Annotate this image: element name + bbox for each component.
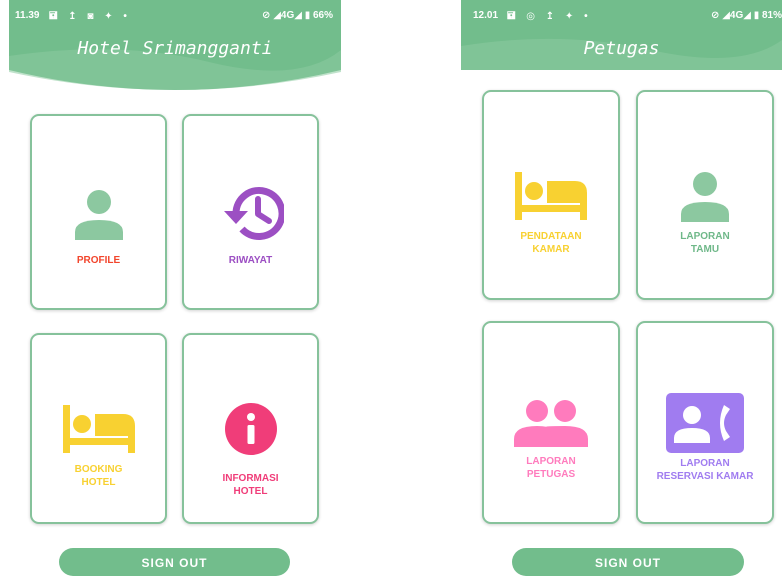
- profile-label: PROFILE: [76, 255, 121, 266]
- petugas-screen: 12.01 🖬 ◎ ↥ ✦ • ⊘ ◢4G◢ ▮ 81% Petugas PEN…: [461, 0, 782, 578]
- laporan-reservasi-kamar-label: LAPORAN RESERVASI KAMAR: [656, 458, 754, 482]
- status-time: 12.01: [473, 10, 499, 21]
- notification-icons: 🖬 ↥ ◙ ✦ •: [49, 11, 131, 22]
- person-icon: [74, 190, 123, 240]
- pendataan-kamar-card[interactable]: PENDATAAN KAMAR: [482, 90, 620, 300]
- page-title: Hotel Srimangganti: [77, 38, 273, 59]
- hotel-home-screen: 11.39 🖬 ↥ ◙ ✦ • ⊘ ◢4G◢ ▮ 66% Hotel Srima…: [9, 0, 341, 578]
- status-right: ⊘ ◢4G◢ ▮ 81%: [711, 10, 782, 21]
- notification-icons: 🖬 ◎ ↥ ✦ •: [507, 11, 592, 22]
- laporan-reservasi-kamar-card[interactable]: LAPORAN RESERVASI KAMAR: [636, 321, 774, 524]
- riwayat-card[interactable]: RIWAYAT: [182, 114, 319, 310]
- person-icon: [681, 172, 729, 222]
- status-bar: 12.01 🖬 ◎ ↥ ✦ • ⊘ ◢4G◢ ▮ 81%: [461, 10, 782, 26]
- booking-hotel-card[interactable]: BOOKING HOTEL: [30, 333, 167, 524]
- laporan-tamu-card[interactable]: LAPORAN TAMU: [636, 90, 774, 300]
- people-icon: [514, 400, 588, 447]
- laporan-tamu-label: LAPORAN TAMU: [680, 231, 730, 255]
- laporan-petugas-card[interactable]: LAPORAN PETUGAS: [482, 321, 620, 524]
- pendataan-kamar-label: PENDATAAN KAMAR: [520, 231, 582, 255]
- booking-hotel-label: BOOKING HOTEL: [74, 464, 123, 488]
- status-right: ⊘ ◢4G◢ ▮ 66%: [262, 10, 333, 21]
- contact-phone-icon: [666, 393, 744, 453]
- status-time: 11.39: [15, 10, 40, 21]
- laporan-petugas-label: LAPORAN PETUGAS: [526, 456, 576, 480]
- history-icon: [223, 187, 284, 240]
- status-bar: 11.39 🖬 ↥ ◙ ✦ • ⊘ ◢4G◢ ▮ 66%: [9, 10, 341, 26]
- bed-icon: [62, 405, 135, 453]
- riwayat-label: RIWAYAT: [228, 255, 273, 266]
- page-title: Petugas: [583, 38, 660, 59]
- sign-out-button[interactable]: SIGN OUT: [59, 548, 290, 576]
- informasi-hotel-card[interactable]: INFORMASI HOTEL: [182, 333, 319, 524]
- sign-out-button[interactable]: SIGN OUT: [512, 548, 744, 576]
- profile-card[interactable]: PROFILE: [30, 114, 167, 310]
- informasi-hotel-label: INFORMASI HOTEL: [222, 473, 279, 497]
- bed-icon: [515, 172, 587, 220]
- info-icon: [224, 403, 277, 455]
